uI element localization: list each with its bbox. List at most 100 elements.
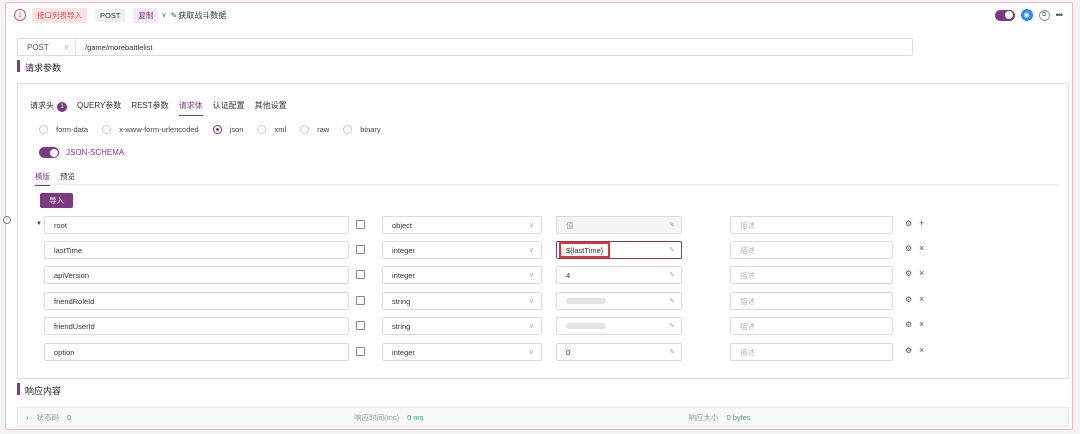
status-value: 0 bbox=[67, 412, 72, 422]
field-type-select[interactable]: string ∨ bbox=[382, 317, 542, 335]
delete-field-button[interactable]: × bbox=[919, 319, 924, 329]
body-type-radios: form-data x-www-form-urlencoded json xml… bbox=[39, 125, 395, 134]
field-name-input[interactable]: option bbox=[44, 343, 349, 361]
field-desc-input[interactable]: 描述 bbox=[730, 317, 893, 335]
field-name-input[interactable]: apiVersion bbox=[44, 266, 349, 284]
url-input[interactable]: /game/morebattlelist bbox=[76, 43, 153, 52]
headers-count-badge: 1 bbox=[57, 102, 67, 112]
request-tabs: 请求头 1 QUERY参数 REST参数 请求体 认证配置 其他设置 bbox=[30, 100, 287, 116]
url-bar: POST ∨ /game/morebattlelist bbox=[17, 38, 913, 56]
header-bar: 1 接口列表导入 POST 复制 ∨ ✎ 获取战斗数据 ◉ ⧉ ••• bbox=[6, 3, 1072, 27]
expand-caret-icon[interactable]: ▼ bbox=[36, 221, 42, 227]
tab-other[interactable]: 其他设置 bbox=[255, 100, 287, 116]
field-type-select[interactable]: integer ∨ bbox=[382, 266, 542, 284]
radio-raw[interactable]: raw bbox=[300, 125, 329, 134]
gear-icon[interactable]: ⚙ bbox=[905, 320, 912, 329]
edit-icon[interactable]: ✎ bbox=[669, 348, 675, 356]
radio-binary[interactable]: binary bbox=[343, 125, 381, 134]
collapse-handle-icon[interactable]: ‹ bbox=[3, 216, 11, 224]
table-row: friendRoleId string ∨ ✎ 描述 ⚙ × bbox=[18, 292, 1068, 310]
field-type-select[interactable]: integer ∨ bbox=[382, 343, 542, 361]
chevron-down-icon: ∨ bbox=[528, 323, 534, 330]
source-tag[interactable]: 接口列表导入 bbox=[32, 7, 87, 23]
field-value-input[interactable]: 4 ✎ bbox=[556, 266, 682, 284]
copy-icon[interactable]: ⧉ bbox=[1038, 9, 1050, 21]
field-name-input[interactable]: root bbox=[44, 216, 349, 234]
field-desc-input[interactable]: 描述 bbox=[730, 292, 893, 310]
method-select[interactable]: POST ∨ bbox=[18, 39, 76, 55]
field-name-input[interactable]: friendRoleId bbox=[44, 292, 349, 310]
gear-icon[interactable]: ⚙ bbox=[905, 219, 912, 228]
table-row: friendUserId string ∨ ✎ 描述 ⚙ × bbox=[18, 317, 1068, 335]
tab-body[interactable]: 请求体 bbox=[178, 100, 203, 116]
required-checkbox[interactable] bbox=[356, 220, 365, 229]
field-desc-input[interactable]: 描述 bbox=[730, 343, 893, 361]
required-checkbox[interactable] bbox=[356, 321, 365, 330]
delete-field-button[interactable]: × bbox=[919, 345, 924, 355]
edit-icon[interactable]: ✎ bbox=[171, 11, 178, 20]
size-label: 响应大小 bbox=[688, 412, 719, 422]
chevron-down-icon: ∨ bbox=[528, 222, 534, 229]
method-select-value: POST bbox=[27, 42, 49, 52]
tab-rest[interactable]: REST参数 bbox=[131, 100, 168, 116]
api-title[interactable]: 获取战斗数据 bbox=[178, 10, 226, 21]
tab-headers[interactable]: 请求头 1 bbox=[30, 100, 67, 116]
required-checkbox[interactable] bbox=[356, 296, 365, 305]
response-summary[interactable]: › 状态码 0 响应时间(ms) 0 ms 响应大小 0 bytes bbox=[17, 407, 1069, 427]
table-row: apiVersion integer ∨ 4 ✎ 描述 ⚙ × bbox=[18, 266, 1068, 284]
json-schema-label: JSON-SCHEMA bbox=[66, 148, 125, 157]
field-value-input[interactable]: 0 ✎ bbox=[556, 343, 682, 361]
field-value-input[interactable]: ✎ bbox=[556, 317, 682, 335]
target-icon[interactable]: ◉ bbox=[1020, 9, 1033, 21]
chevron-down-icon[interactable]: ∨ bbox=[161, 11, 166, 19]
gear-icon[interactable]: ⚙ bbox=[905, 269, 912, 278]
edit-icon[interactable]: ✎ bbox=[669, 246, 675, 254]
gear-icon[interactable]: ⚙ bbox=[905, 295, 912, 304]
field-desc-input[interactable]: 描述 bbox=[730, 216, 893, 234]
required-checkbox[interactable] bbox=[356, 245, 365, 254]
table-row: option integer ∨ 0 ✎ 描述 ⚙ × bbox=[18, 343, 1068, 361]
edit-icon[interactable]: ✎ bbox=[669, 221, 675, 229]
chevron-down-icon: ∨ bbox=[63, 44, 69, 51]
json-schema-toggle[interactable] bbox=[39, 147, 59, 158]
field-name-input[interactable]: lastTime bbox=[44, 241, 349, 259]
field-type-select[interactable]: integer ∨ bbox=[382, 241, 542, 259]
field-desc-input[interactable]: 描述 bbox=[730, 241, 893, 259]
edit-icon[interactable]: ✎ bbox=[669, 297, 675, 305]
radio-form-data[interactable]: form-data bbox=[39, 125, 88, 134]
chevron-right-icon[interactable]: › bbox=[26, 413, 29, 422]
field-name-input[interactable]: friendUserId bbox=[44, 317, 349, 335]
import-button[interactable]: 导入 bbox=[40, 193, 73, 208]
field-value-input: 值 ✎ bbox=[556, 216, 682, 234]
field-desc-input[interactable]: 描述 bbox=[730, 266, 893, 284]
field-value-input[interactable]: ✎ bbox=[556, 292, 682, 310]
table-row: lastTime integer ∨ ${lastTime} ✎ 描述 ⚙ × bbox=[18, 241, 1068, 259]
radio-xml[interactable]: xml bbox=[257, 125, 286, 134]
delete-field-button[interactable]: × bbox=[919, 294, 924, 304]
field-type-select[interactable]: object ∨ bbox=[382, 216, 542, 234]
chevron-down-icon: ∨ bbox=[528, 247, 534, 254]
delete-field-button[interactable]: × bbox=[919, 268, 924, 278]
gear-icon[interactable]: ⚙ bbox=[905, 346, 912, 355]
radio-json[interactable]: json bbox=[212, 125, 243, 134]
add-field-button[interactable]: + bbox=[919, 218, 924, 228]
copy-button[interactable]: 复制 bbox=[133, 7, 159, 23]
radio-urlencoded[interactable]: x-www-form-urlencoded bbox=[102, 125, 199, 134]
delete-field-button[interactable]: × bbox=[919, 243, 924, 253]
required-checkbox[interactable] bbox=[356, 270, 365, 279]
chevron-down-icon: ∨ bbox=[528, 298, 534, 305]
edit-icon[interactable]: ✎ bbox=[669, 322, 675, 330]
gear-icon[interactable]: ⚙ bbox=[905, 244, 912, 253]
tab-query[interactable]: QUERY参数 bbox=[77, 100, 121, 116]
field-value-input[interactable]: ${lastTime} ✎ bbox=[556, 241, 682, 259]
json-schema-switch[interactable]: JSON-SCHEMA bbox=[39, 147, 124, 158]
time-label: 响应时间(ms) bbox=[354, 412, 400, 422]
more-icon[interactable]: ••• bbox=[1056, 10, 1064, 20]
required-checkbox[interactable] bbox=[356, 347, 365, 356]
edit-icon[interactable]: ✎ bbox=[669, 271, 675, 279]
enable-toggle[interactable] bbox=[994, 9, 1015, 21]
status-label: 状态码 bbox=[36, 412, 60, 422]
field-type-select[interactable]: string ∨ bbox=[382, 292, 542, 310]
tab-auth[interactable]: 认证配置 bbox=[213, 100, 245, 116]
section-accent bbox=[17, 60, 20, 72]
